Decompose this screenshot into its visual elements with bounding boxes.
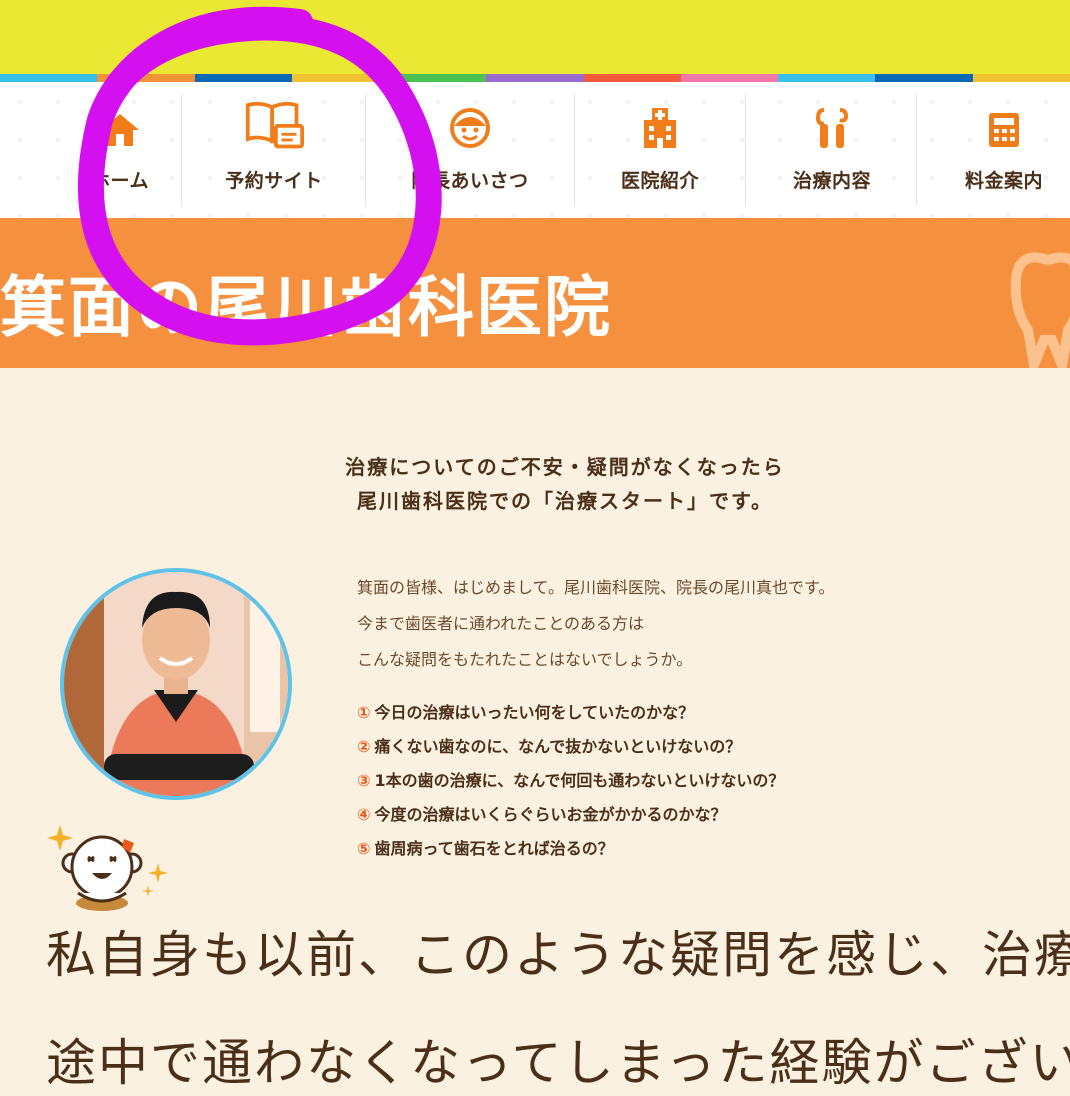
- stripe-segment: [972, 74, 1070, 82]
- question-text: 今度の治療はいくらぐらいお金がかかるのかな？: [374, 805, 727, 824]
- question-text: 今日の治療はいったい何をしていたのかな？: [374, 703, 695, 722]
- hero-title: 箕面の尾川歯科医院: [0, 269, 612, 346]
- lead-line: 治療についてのご不安・疑問がなくなったら: [345, 455, 785, 479]
- question-number: ①: [357, 703, 371, 722]
- question-text: 歯周病って歯石をとれば治るの？: [374, 839, 614, 858]
- tooth-outline-icon: [1010, 252, 1070, 368]
- dental-tools-icon: [802, 94, 862, 150]
- question-number: ⑤: [357, 839, 371, 858]
- intro-line: 箕面の皆様、はじめまして。尾川歯科医院、院長の尾川真也です。: [357, 578, 835, 597]
- question-number: ③: [357, 771, 371, 790]
- top-yellow-bar: [0, 0, 1070, 74]
- nav-item-label: 予約サイト: [225, 170, 323, 192]
- booking-book-icon: [244, 94, 304, 150]
- calculator-icon: [974, 94, 1034, 150]
- nav-item-director-greeting[interactable]: 院長あいさつ: [400, 94, 540, 206]
- director-face-icon: [440, 94, 500, 150]
- nav-item-clinic-intro[interactable]: 医院紹介: [600, 94, 720, 206]
- global-nav: ホーム 予約サイト 院長あいさつ 医院紹介 治療内容 料金案内: [0, 82, 1070, 218]
- stripe-segment: [583, 74, 681, 82]
- nav-divider: [916, 94, 917, 206]
- nav-item-label: 料金案内: [964, 170, 1043, 192]
- nav-divider: [574, 94, 575, 206]
- home-icon: [90, 94, 150, 150]
- question-text: 1本の歯の治療に、なんで何回も通わないといけないの？: [374, 771, 785, 790]
- stripe-segment: [680, 74, 779, 82]
- stripe-segment: [389, 74, 487, 82]
- nav-item-booking-site[interactable]: 予約サイト: [212, 94, 336, 206]
- nav-item-pricing[interactable]: 料金案内: [944, 94, 1064, 206]
- lead-line: 尾川歯科医院での「治療スタート」です。: [357, 489, 773, 513]
- stripe-segment: [194, 74, 292, 82]
- lead-heading: 治療についてのご不安・疑問がなくなったら 尾川歯科医院での「治療スタート」です。: [0, 450, 1070, 518]
- stripe-segment: [0, 74, 98, 82]
- nav-divider: [745, 94, 746, 206]
- question-item: ② 痛くない歯なのに、なんで抜かないといけないの？: [357, 730, 784, 764]
- nav-item-label: 医院紹介: [620, 170, 699, 192]
- nav-item-treatment[interactable]: 治療内容: [772, 94, 892, 206]
- intro-text: 箕面の皆様、はじめまして。尾川歯科医院、院長の尾川真也です。 今まで歯医者に通わ…: [357, 570, 834, 678]
- monkey-mascot-icon: [47, 825, 168, 911]
- question-item: ③ 1本の歯の治療に、なんで何回も通わないといけないの？: [357, 764, 784, 798]
- nav-item-home[interactable]: ホーム: [70, 94, 170, 206]
- nav-divider: [181, 94, 182, 206]
- intro-line: 今まで歯医者に通われたことのある方は: [357, 614, 645, 633]
- stripe-segment: [778, 74, 876, 82]
- stripe-segment: [291, 74, 390, 82]
- clinic-building-icon: [630, 94, 690, 150]
- nav-item-label: 治療内容: [792, 170, 871, 192]
- hero-banner: 箕面の尾川歯科医院: [0, 218, 1070, 368]
- question-item: ⑤ 歯周病って歯石をとれば治るの？: [357, 832, 784, 866]
- color-stripe-bar: [0, 74, 1070, 82]
- stripe-segment: [875, 74, 973, 82]
- question-number: ②: [357, 737, 371, 756]
- director-photo: [60, 568, 292, 800]
- intro-line: こんな疑問をもたれたことはないでしょうか。: [357, 650, 693, 669]
- question-list: ① 今日の治療はいったい何をしていたのかな？ ② 痛くない歯なのに、なんで抜かないと…: [357, 696, 784, 866]
- nav-item-label: ホーム: [91, 170, 149, 192]
- nav-item-label: 院長あいさつ: [411, 170, 529, 192]
- stripe-segment: [97, 74, 195, 82]
- question-text: 痛くない歯なのに、なんで抜かないといけないの？: [374, 737, 742, 756]
- question-item: ④ 今度の治療はいくらぐらいお金がかかるのかな？: [357, 798, 784, 832]
- body-paragraph-line: 途中で通わなくなってしまった経験がござい: [46, 1034, 1070, 1092]
- question-number: ④: [357, 805, 371, 824]
- question-item: ① 今日の治療はいったい何をしていたのかな？: [357, 696, 784, 730]
- nav-divider: [365, 94, 366, 206]
- body-paragraph-line: 私自身も以前、このような疑問を感じ、治療: [46, 926, 1070, 984]
- stripe-segment: [486, 74, 584, 82]
